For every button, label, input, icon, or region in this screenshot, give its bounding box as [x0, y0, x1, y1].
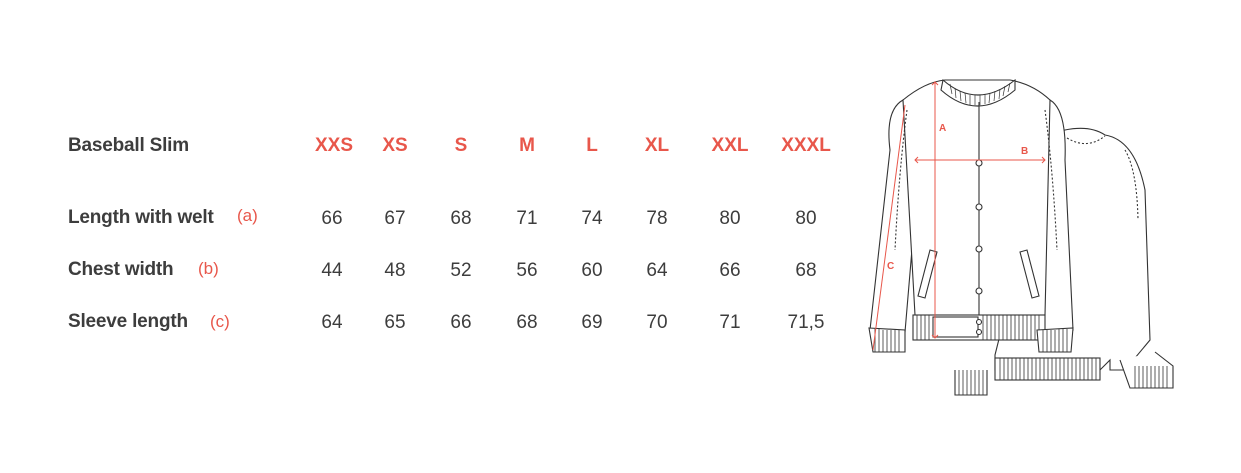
table-cell: 66: [321, 208, 343, 229]
table-cell: 66: [450, 312, 472, 333]
size-header-xl: XL: [644, 135, 670, 156]
table-cell: 69: [581, 312, 603, 333]
size-header-s: S: [454, 135, 468, 156]
label-b: B: [1021, 146, 1028, 157]
table-cell: 80: [719, 208, 741, 229]
table-cell: 52: [450, 260, 472, 281]
size-header-l: L: [586, 135, 598, 156]
table-cell: 78: [646, 208, 668, 229]
table-cell: 64: [321, 312, 343, 333]
table-cell: 68: [450, 208, 472, 229]
table-cell: 65: [384, 312, 406, 333]
size-header-xxs: XXS: [314, 135, 354, 156]
table-cell: 48: [384, 260, 406, 281]
table-cell: 68: [795, 260, 817, 281]
table-cell: 56: [516, 260, 538, 281]
label-a: A: [939, 123, 946, 134]
label-c: C: [887, 261, 894, 272]
size-header-xxxl: XXXL: [781, 135, 831, 156]
table-cell: 80: [795, 208, 817, 229]
table-cell: 70: [646, 312, 668, 333]
table-cell: 71: [719, 312, 741, 333]
size-header-xs: XS: [382, 135, 408, 156]
table-cell: 44: [321, 260, 343, 281]
table-cell: 74: [581, 208, 603, 229]
table-cell: 66: [719, 260, 741, 281]
jacket-diagram: A B C: [868, 78, 1174, 396]
table-cell: 71: [516, 208, 538, 229]
table-cell: 67: [384, 208, 406, 229]
table-cell: 71,5: [787, 312, 825, 333]
table-cell: 60: [581, 260, 603, 281]
row-label-sleeve: Sleeve length: [68, 311, 188, 332]
row-label-length: Length with welt: [68, 207, 214, 228]
size-header-m: M: [519, 135, 535, 156]
table-cell: 68: [516, 312, 538, 333]
row-code-a: (a): [237, 206, 258, 225]
table-title: Baseball Slim: [68, 135, 189, 156]
row-code-b: (b): [198, 259, 219, 278]
jacket-front-view: [868, 78, 1074, 353]
table-cell: 64: [646, 260, 668, 281]
size-header-xxl: XXL: [711, 135, 749, 156]
row-code-c: (c): [210, 312, 230, 331]
row-label-chest: Chest width: [68, 259, 174, 280]
